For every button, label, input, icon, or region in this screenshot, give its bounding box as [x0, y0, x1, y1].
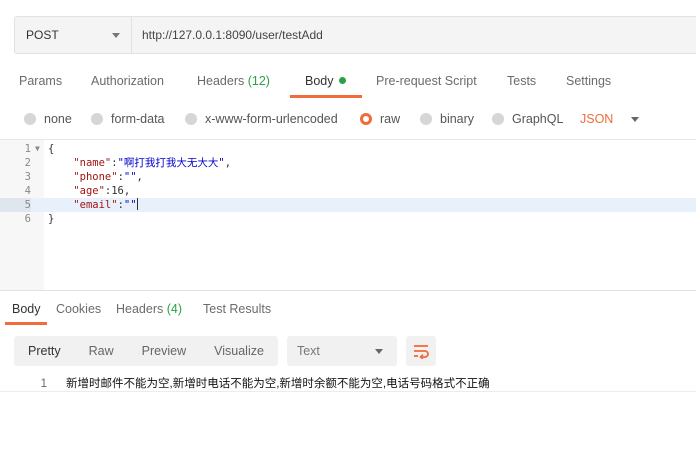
active-tab-indicator — [5, 322, 47, 325]
response-line: 1 新增时邮件不能为空,新增时电话不能为空,新增时余额不能为空,电话号码格式不正… — [0, 376, 696, 392]
body-type-graphql[interactable]: GraphQL — [492, 112, 563, 126]
format-select[interactable]: JSON — [580, 112, 640, 126]
chevron-down-icon — [374, 349, 383, 354]
response-language-label: Text — [296, 344, 320, 358]
code-line: 1 ▼ { — [0, 142, 696, 156]
response-tabs: Body Cookies Headers (4) Test Results — [0, 291, 696, 325]
json-value: "啊打我打我大无大大" — [117, 157, 225, 169]
body-type-form-data-label: form-data — [111, 112, 165, 126]
code-line: 4 "age":16, — [0, 184, 696, 198]
text-cursor — [136, 198, 138, 210]
view-pretty-button[interactable]: Pretty — [14, 336, 75, 366]
json-value: 16 — [111, 185, 124, 197]
method-select[interactable]: POST — [14, 16, 131, 54]
tab-settings[interactable]: Settings — [566, 74, 611, 88]
body-type-none-label: none — [44, 112, 72, 126]
tab-headers-label: Headers — [197, 74, 245, 88]
tab-tests[interactable]: Tests — [507, 74, 536, 88]
active-tab-indicator — [290, 95, 362, 98]
json-separator: , — [136, 171, 143, 183]
code-line: 3 "phone":"", — [0, 170, 696, 184]
response-view-toolbar: Pretty Raw Preview Visualize Text — [14, 336, 436, 366]
line-number: 1 — [40, 378, 47, 390]
response-tab-cookies[interactable]: Cookies — [56, 302, 101, 316]
view-visualize-button[interactable]: Visualize — [200, 336, 278, 366]
body-type-raw[interactable]: raw — [360, 112, 400, 126]
line-number: 5 — [0, 198, 31, 212]
json-value: "" — [123, 171, 137, 183]
wrap-lines-button[interactable] — [405, 336, 436, 366]
json-separator: , — [123, 185, 131, 197]
body-type-urlencoded-label: x-www-form-urlencoded — [205, 112, 338, 126]
json-key: "phone" — [73, 171, 118, 183]
radio-icon — [24, 113, 36, 125]
response-tab-body[interactable]: Body — [12, 302, 41, 316]
request-tabs: Params Authorization Headers (12) Body P… — [0, 64, 696, 100]
code-text: } — [48, 213, 55, 225]
response-tab-test-results[interactable]: Test Results — [203, 302, 271, 316]
json-value: "" — [123, 199, 137, 211]
code-text: "phone":"", — [73, 171, 143, 183]
body-type-urlencoded[interactable]: x-www-form-urlencoded — [185, 112, 338, 126]
body-type-binary[interactable]: binary — [420, 112, 474, 126]
response-text: 新增时邮件不能为空,新增时电话不能为空,新增时余额不能为空,电话号码格式不正确 — [66, 378, 490, 390]
tab-headers[interactable]: Headers (12) — [197, 74, 270, 88]
body-type-raw-label: raw — [380, 112, 401, 126]
body-type-options: none form-data x-www-form-urlencoded raw… — [0, 104, 696, 134]
line-number: 2 — [24, 157, 31, 169]
chevron-down-icon — [631, 116, 640, 122]
body-type-form-data[interactable]: form-data — [91, 112, 165, 126]
response-panel: Body Cookies Headers (4) Test Results Pr… — [0, 290, 696, 453]
body-type-binary-label: binary — [440, 112, 475, 126]
line-number: 6 — [24, 213, 31, 225]
tab-body-label: Body — [305, 74, 334, 88]
request-body-editor[interactable]: 1 ▼ { 2 "name":"啊打我打我大无大大", 3 "phone":""… — [0, 139, 696, 290]
request-url-bar: POST http://127.0.0.1:8090/user/testAdd — [14, 16, 696, 54]
response-tab-headers-label: Headers — [116, 302, 164, 316]
radio-selected-icon — [360, 113, 372, 125]
line-number: 3 — [24, 171, 31, 183]
headers-count: (12) — [247, 74, 270, 88]
format-label: JSON — [580, 112, 614, 126]
wrap-lines-icon — [413, 345, 429, 359]
tab-params[interactable]: Params — [19, 74, 62, 88]
chevron-down-icon — [112, 33, 120, 38]
view-preview-button[interactable]: Preview — [128, 336, 200, 366]
response-language-select[interactable]: Text — [286, 336, 397, 366]
code-text: "age":16, — [73, 185, 131, 197]
radio-icon — [91, 113, 103, 125]
url-input[interactable]: http://127.0.0.1:8090/user/testAdd — [131, 16, 696, 54]
code-text: "name":"啊打我打我大无大大", — [73, 157, 232, 169]
json-key: "email" — [73, 199, 118, 211]
line-number: 1 — [24, 143, 31, 155]
url-text: http://127.0.0.1:8090/user/testAdd — [142, 28, 323, 42]
fold-arrow-icon[interactable]: ▼ — [35, 142, 40, 156]
json-key: "name" — [73, 157, 112, 169]
response-headers-count: (4) — [166, 302, 183, 316]
tab-body[interactable]: Body — [305, 74, 346, 88]
code-line: 6 } — [0, 212, 696, 226]
tab-authorization[interactable]: Authorization — [91, 74, 164, 88]
code-line: 2 "name":"啊打我打我大无大大", — [0, 156, 696, 170]
view-raw-button[interactable]: Raw — [75, 336, 128, 366]
view-mode-group: Pretty Raw Preview Visualize — [14, 336, 278, 366]
body-type-graphql-label: GraphQL — [512, 112, 564, 126]
dot-icon — [338, 77, 346, 84]
tab-prerequest-script[interactable]: Pre-request Script — [376, 74, 477, 88]
json-separator: , — [224, 157, 232, 169]
radio-icon — [420, 113, 432, 125]
radio-icon — [185, 113, 197, 125]
json-key: "age" — [73, 185, 105, 197]
method-label: POST — [26, 28, 59, 42]
body-type-none[interactable]: none — [24, 112, 72, 126]
code-line-active: 5 "email":"" — [0, 198, 696, 212]
code-text: "email":"" — [73, 198, 138, 211]
response-tab-headers[interactable]: Headers (4) — [116, 302, 182, 316]
radio-icon — [492, 113, 504, 125]
line-number: 4 — [24, 185, 31, 197]
code-text: { — [48, 143, 55, 155]
